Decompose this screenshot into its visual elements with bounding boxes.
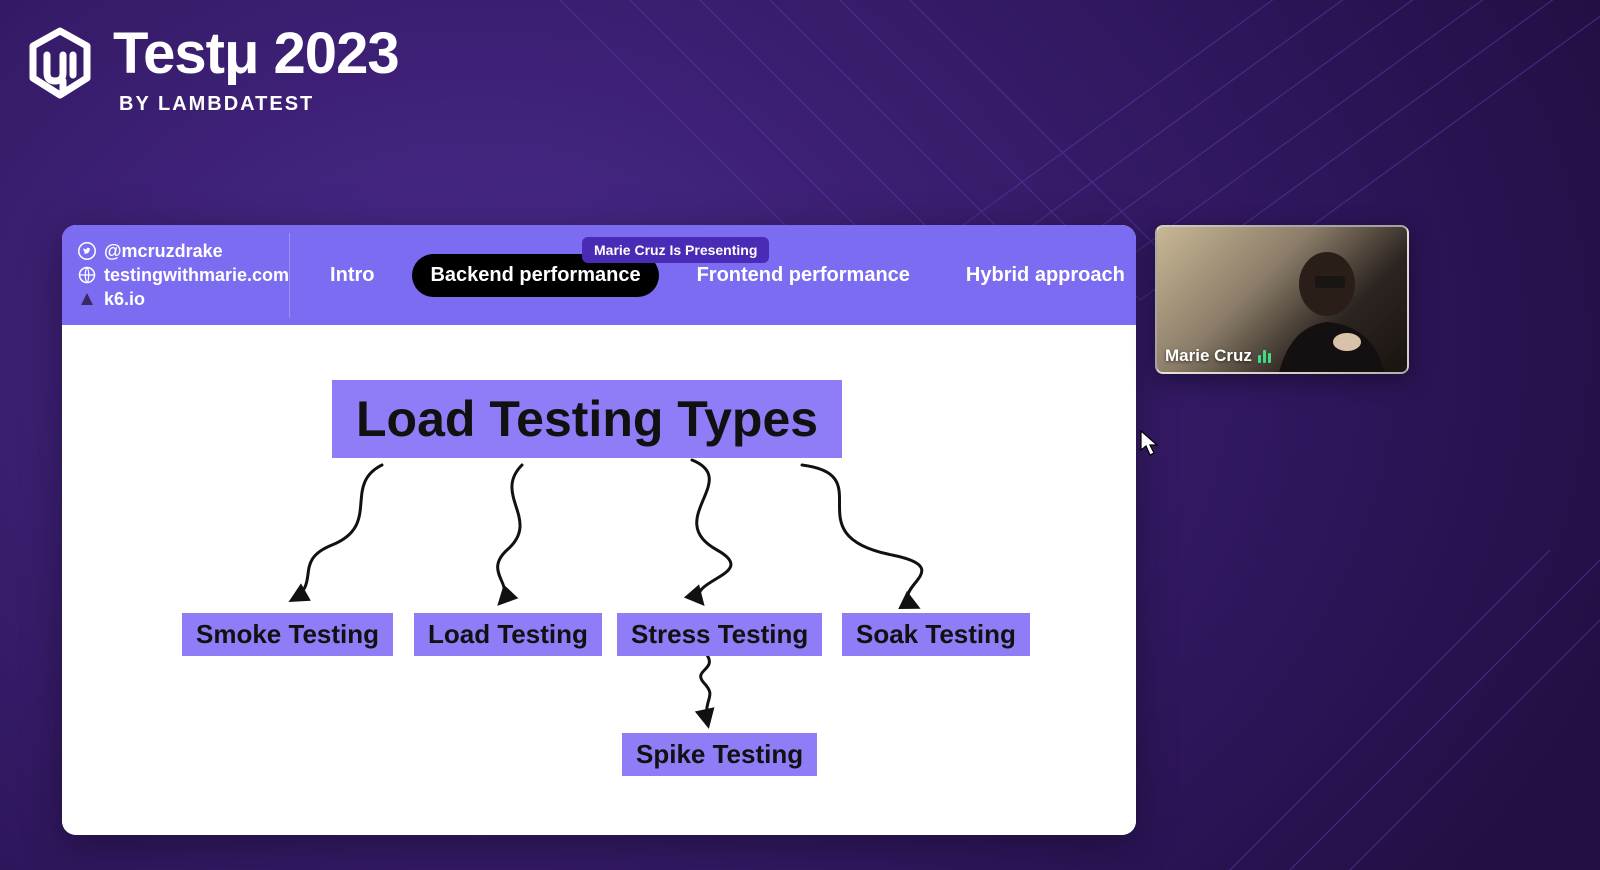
node-soak-testing: Soak Testing [842, 613, 1030, 656]
audio-level-icon [1258, 349, 1271, 363]
presenter-info: @mcruzdrake testingwithmarie.com k6.io [74, 233, 290, 318]
tab-hybrid-approach[interactable]: Hybrid approach [948, 254, 1136, 297]
presenter-twitter: @mcruzdrake [104, 241, 223, 262]
brand-subtitle: BY LAMBDATEST [119, 93, 399, 116]
brand-block: Testμ 2023 BY LAMBDATEST [25, 25, 399, 116]
slide-header: @mcruzdrake testingwithmarie.com k6.io M… [62, 225, 1136, 325]
presentation-slide: @mcruzdrake testingwithmarie.com k6.io M… [62, 225, 1136, 835]
k6-icon [78, 290, 96, 308]
node-spike-testing: Spike Testing [622, 733, 817, 776]
node-smoke-testing: Smoke Testing [182, 613, 393, 656]
presenting-chip: Marie Cruz Is Presenting [582, 237, 769, 263]
cursor-icon [1140, 430, 1158, 456]
webcam-panel[interactable]: Marie Cruz [1155, 225, 1409, 374]
diagram-arrows [62, 325, 1136, 835]
slide-body: Load Testing Types Smoke Testing [62, 325, 1136, 835]
presenter-site: testingwithmarie.com [104, 265, 289, 286]
node-stress-testing: Stress Testing [617, 613, 822, 656]
webcam-name: Marie Cruz [1165, 346, 1252, 366]
tab-intro[interactable]: Intro [312, 254, 392, 297]
globe-icon [78, 266, 96, 284]
node-load-testing: Load Testing [414, 613, 602, 656]
brand-title: Testμ 2023 [113, 25, 399, 83]
presenter-k6: k6.io [104, 289, 145, 310]
testmu-logo-icon [25, 25, 95, 105]
twitter-icon [78, 242, 96, 260]
